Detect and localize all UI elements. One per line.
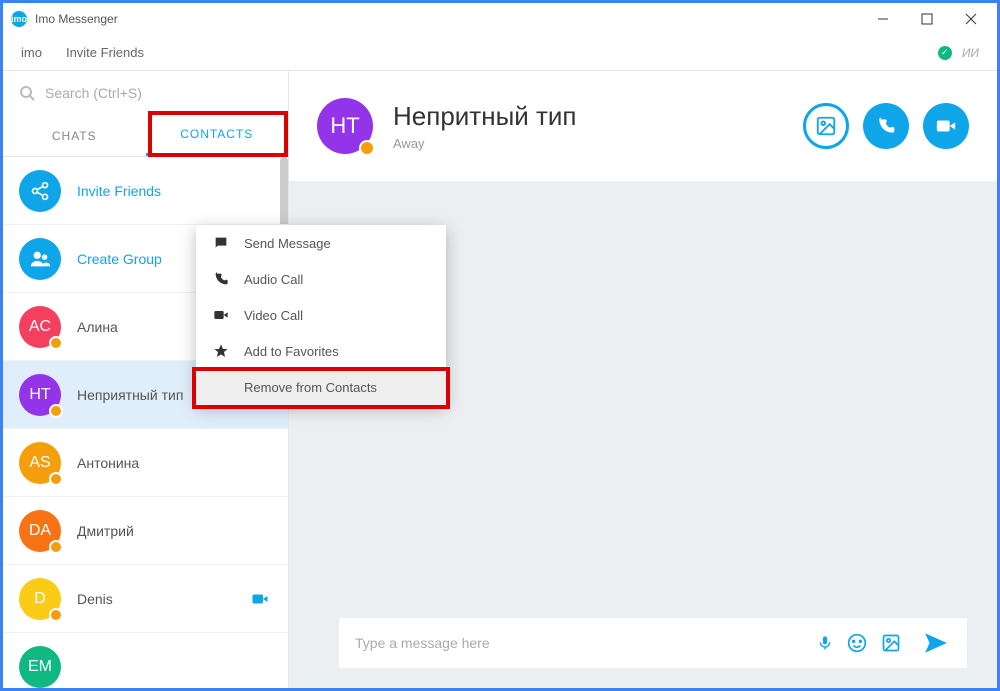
minimize-icon	[877, 13, 889, 25]
message-icon	[212, 235, 230, 251]
window-title: Imo Messenger	[35, 12, 118, 26]
user-initials[interactable]: ИИ	[962, 46, 979, 60]
mic-icon[interactable]	[817, 633, 833, 653]
search-placeholder: Search (Ctrl+S)	[45, 85, 142, 101]
video-icon	[212, 307, 230, 323]
avatar: AC	[19, 306, 61, 348]
avatar: EM	[19, 646, 61, 688]
ctx-item-video[interactable]: Video Call	[196, 297, 446, 333]
tab-contacts[interactable]: CONTACTS	[146, 115, 289, 156]
away-badge-icon	[49, 608, 63, 622]
sidebar-item-label: Invite Friends	[77, 183, 161, 199]
tabs: CHATS CONTACTS	[3, 115, 288, 157]
contact-name: Неприятный тип	[77, 387, 183, 403]
presence-dot-icon: ✓	[938, 46, 952, 60]
ctx-item-phone[interactable]: Audio Call	[196, 261, 446, 297]
contact-name: Denis	[77, 591, 113, 607]
away-badge-icon	[49, 336, 63, 350]
menu-app[interactable]: imo	[21, 45, 42, 60]
tab-chats[interactable]: CHATS	[3, 115, 146, 156]
avatar: HT	[19, 374, 61, 416]
video-call-button[interactable]	[923, 103, 969, 149]
ctx-item-label: Video Call	[244, 308, 303, 323]
maximize-button[interactable]	[905, 4, 949, 34]
contact-row[interactable]: EM	[3, 633, 288, 688]
send-button[interactable]	[921, 630, 951, 656]
ctx-item-label: Send Message	[244, 236, 331, 251]
contact-name: Антонина	[77, 455, 139, 471]
maximize-icon	[921, 13, 933, 25]
avatar: AS	[19, 442, 61, 484]
ctx-item-label: Remove from Contacts	[244, 380, 377, 395]
sidebar-item-invite-friends[interactable]: Invite Friends	[3, 157, 288, 225]
group-icon	[19, 238, 61, 280]
close-icon	[965, 13, 977, 25]
search-input[interactable]: Search (Ctrl+S)	[3, 71, 288, 115]
attach-image-icon[interactable]	[881, 633, 901, 653]
away-badge-icon	[49, 540, 63, 554]
app-icon: imo	[11, 11, 27, 27]
menubar: imo Invite Friends ✓ ИИ	[3, 35, 997, 71]
conversation-status: Away	[393, 136, 577, 151]
avatar: DA	[19, 510, 61, 552]
emoji-icon[interactable]	[847, 633, 867, 653]
contact-name: Дмитрий	[77, 523, 134, 539]
gallery-button[interactable]	[803, 103, 849, 149]
conversation-avatar[interactable]: HT	[317, 98, 373, 154]
avatar: D	[19, 578, 61, 620]
context-menu: Send Message Audio Call Video Call Add to F…	[196, 225, 446, 405]
video-icon	[935, 115, 957, 137]
sidebar-item-label: Create Group	[77, 251, 162, 267]
ctx-item-remove[interactable]: Remove from Contacts	[196, 369, 446, 405]
app-body: Search (Ctrl+S) CHATS CONTACTS Invite Fr…	[3, 71, 997, 688]
close-button[interactable]	[949, 4, 993, 34]
search-icon	[19, 85, 35, 101]
conversation-name: Непритный тип	[393, 101, 577, 132]
ctx-item-star[interactable]: Add to Favorites	[196, 333, 446, 369]
contact-row[interactable]: DA Дмитрий	[3, 497, 288, 565]
away-badge-icon	[359, 140, 375, 156]
titlebar: imo Imo Messenger	[3, 3, 997, 35]
app-window: imo Imo Messenger imo Invite Friends ✓ И…	[0, 0, 1000, 691]
ctx-item-message[interactable]: Send Message	[196, 225, 446, 261]
contact-row[interactable]: AS Антонина	[3, 429, 288, 497]
compose-placeholder: Type a message here	[355, 635, 490, 651]
video-icon[interactable]	[248, 590, 272, 608]
phone-icon	[876, 116, 896, 136]
conversation-header: HT Непритный тип Away	[289, 71, 997, 181]
phone-icon	[212, 271, 230, 287]
share-icon	[19, 170, 61, 212]
away-badge-icon	[49, 472, 63, 486]
contact-name: Алина	[77, 319, 118, 335]
image-icon	[815, 115, 837, 137]
contact-row[interactable]: D Denis	[3, 565, 288, 633]
away-badge-icon	[49, 404, 63, 418]
message-input[interactable]: Type a message here	[339, 618, 967, 668]
avatar-initials: HT	[330, 113, 359, 139]
menu-invite-friends[interactable]: Invite Friends	[66, 45, 144, 60]
ctx-item-label: Audio Call	[244, 272, 303, 287]
minimize-button[interactable]	[861, 4, 905, 34]
star-icon	[212, 343, 230, 359]
ctx-item-label: Add to Favorites	[244, 344, 339, 359]
audio-call-button[interactable]	[863, 103, 909, 149]
